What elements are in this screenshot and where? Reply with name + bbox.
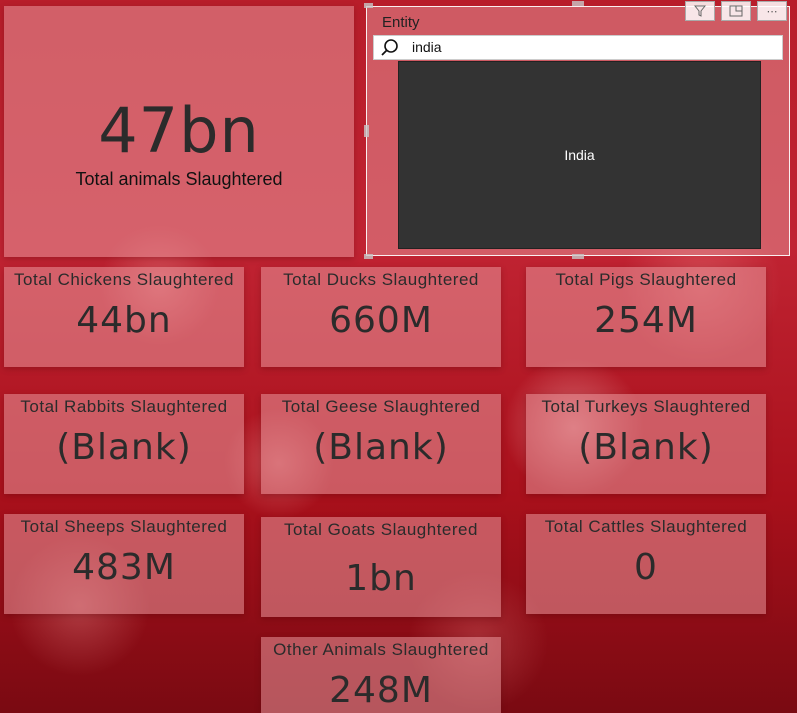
- card-label: Total Geese Slaughtered: [281, 397, 481, 416]
- card-label: Other Animals Slaughtered: [273, 640, 489, 659]
- card-value: 44bn: [76, 300, 172, 341]
- card-value: 0: [634, 547, 658, 588]
- filter-icon[interactable]: [685, 1, 715, 21]
- card-value: 1bn: [345, 558, 417, 599]
- card-label: Total Ducks Slaughtered: [283, 270, 479, 289]
- card-pigs[interactable]: Total Pigs Slaughtered 254M: [526, 267, 766, 367]
- total-animals-value: 47bn: [98, 94, 260, 167]
- resize-handle-top[interactable]: [572, 1, 584, 6]
- card-value: 483M: [72, 547, 176, 588]
- search-icon: [380, 38, 400, 58]
- card-value: (Blank): [313, 427, 449, 468]
- card-cattles[interactable]: Total Cattles Slaughtered 0: [526, 514, 766, 614]
- visual-header-toolbar: ⋯: [685, 1, 787, 21]
- slicer-item-list[interactable]: India: [398, 61, 761, 249]
- slicer-title: Entity: [382, 14, 420, 31]
- card-value: (Blank): [56, 427, 192, 468]
- card-turkeys[interactable]: Total Turkeys Slaughtered (Blank): [526, 394, 766, 494]
- slicer-search-input[interactable]: [412, 38, 762, 56]
- slicer-search-box[interactable]: [373, 35, 783, 60]
- resize-handle-left[interactable]: [364, 125, 369, 137]
- entity-slicer[interactable]: ⋯ Entity India: [364, 1, 790, 259]
- card-label: Total Pigs Slaughtered: [555, 270, 737, 289]
- resize-handle-bottom[interactable]: [572, 254, 584, 259]
- total-animals-label: Total animals Slaughtered: [75, 169, 283, 189]
- card-value: 254M: [594, 300, 698, 341]
- card-sheeps[interactable]: Total Sheeps Slaughtered 483M: [4, 514, 244, 614]
- card-chickens[interactable]: Total Chickens Slaughtered 44bn: [4, 267, 244, 367]
- card-geese[interactable]: Total Geese Slaughtered (Blank): [261, 394, 501, 494]
- total-animals-card[interactable]: 47bn Total animals Slaughtered: [4, 6, 354, 257]
- card-label: Total Goats Slaughtered: [284, 520, 478, 539]
- card-label: Total Cattles Slaughtered: [544, 517, 748, 536]
- more-options-icon[interactable]: ⋯: [757, 1, 787, 21]
- card-label: Total Sheeps Slaughtered: [20, 517, 228, 536]
- card-label: Total Turkeys Slaughtered: [541, 397, 751, 416]
- resize-handle-bottom-left[interactable]: [364, 254, 373, 259]
- focus-mode-icon[interactable]: [721, 1, 751, 21]
- resize-handle-top-left[interactable]: [364, 3, 373, 8]
- slicer-item-india[interactable]: India: [564, 147, 594, 163]
- card-label: Total Rabbits Slaughtered: [20, 397, 228, 416]
- card-ducks[interactable]: Total Ducks Slaughtered 660M: [261, 267, 501, 367]
- card-goats[interactable]: Total Goats Slaughtered 1bn: [261, 517, 501, 617]
- card-value: (Blank): [578, 427, 714, 468]
- card-rabbits[interactable]: Total Rabbits Slaughtered (Blank): [4, 394, 244, 494]
- card-value: 660M: [329, 300, 433, 341]
- card-label: Total Chickens Slaughtered: [14, 270, 234, 289]
- card-value: 248M: [329, 670, 433, 711]
- card-other-animals[interactable]: Other Animals Slaughtered 248M: [261, 637, 501, 713]
